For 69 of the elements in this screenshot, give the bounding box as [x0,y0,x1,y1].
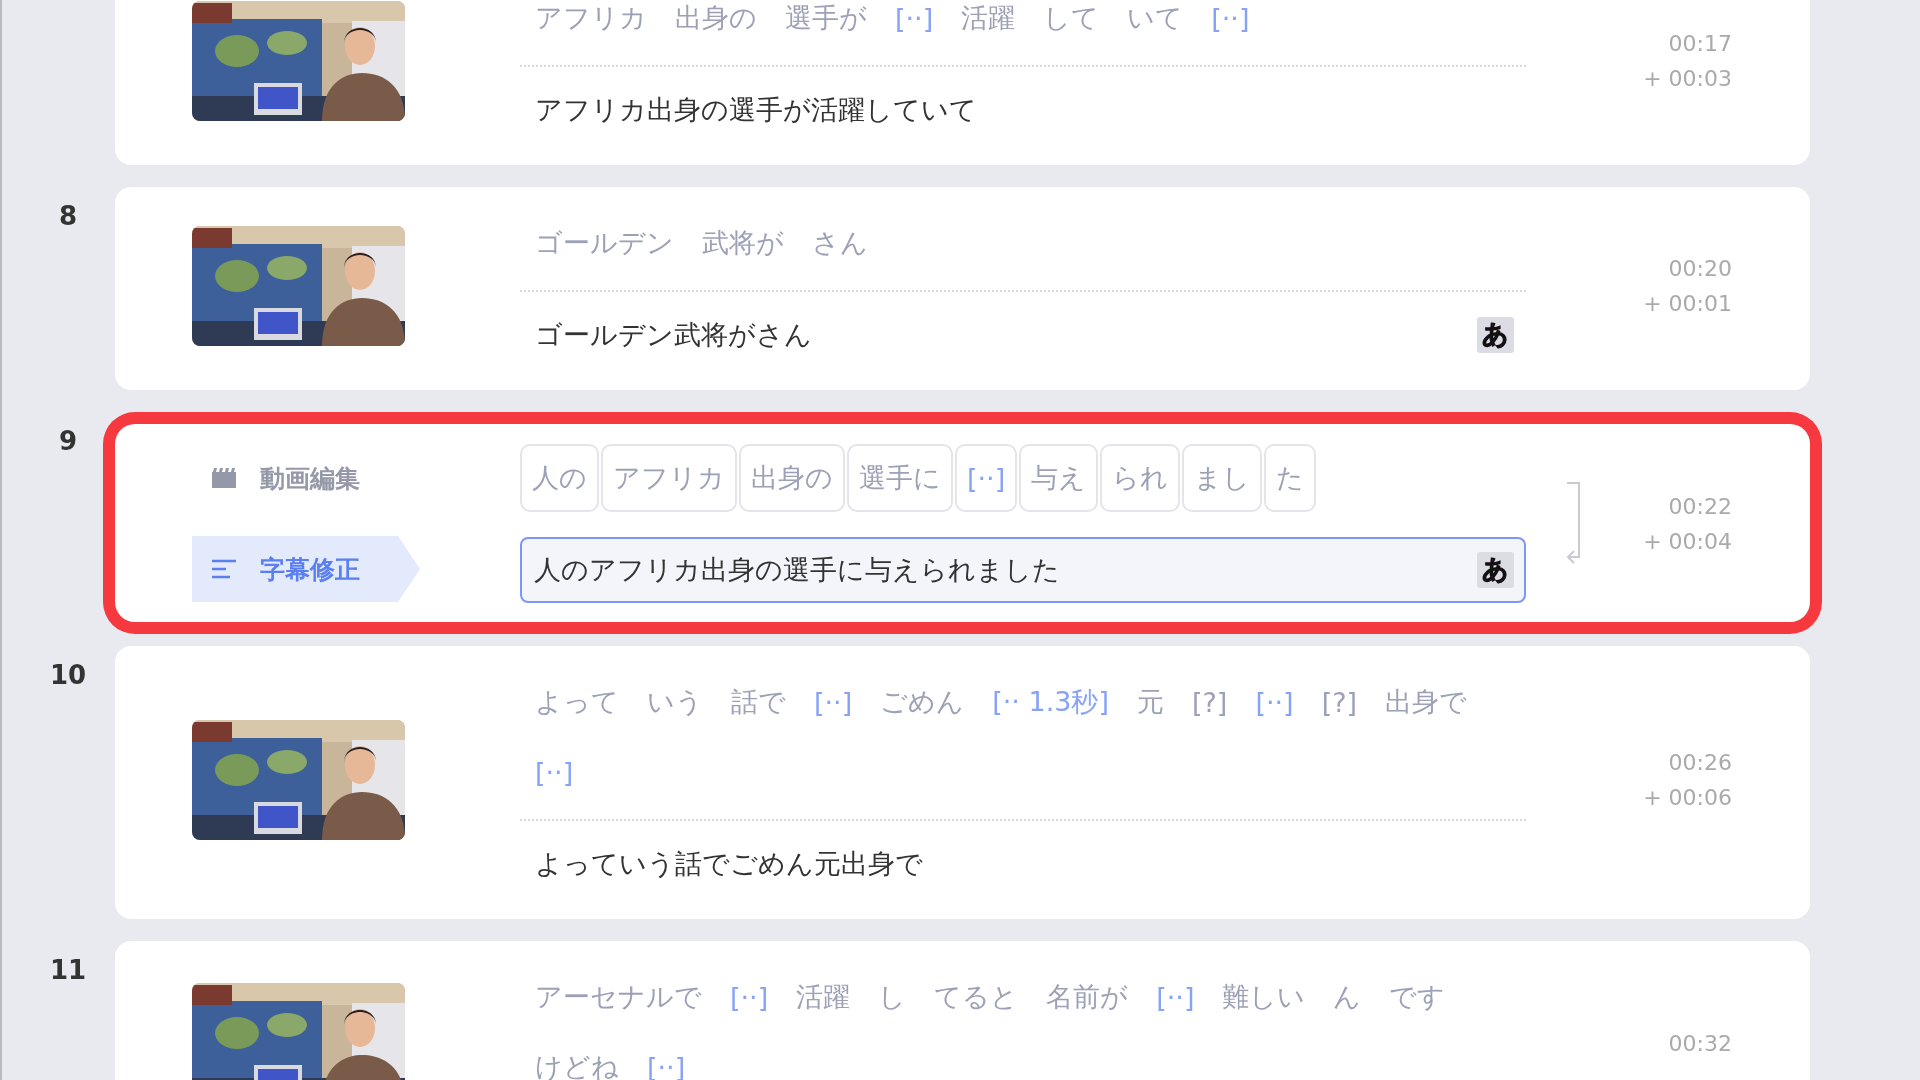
pause-token[interactable]: [··] [1156,981,1195,1013]
word-token[interactable]: まし [1182,444,1263,512]
word-token[interactable]: アーセナルで [535,979,702,1015]
word-token[interactable]: よって [535,684,619,720]
start-time: 00:17 [1668,30,1732,56]
pause-token[interactable]: [··] [1255,686,1294,718]
word-token[interactable]: して [1043,0,1100,36]
word-token[interactable]: 出身の [675,0,757,36]
word-token[interactable]: 元 [1137,684,1164,720]
duration-time: + 00:03 [1643,65,1732,91]
segment-card[interactable]: アフリカ 出身の 選手が [··] 活躍 して いて [··] アフリカ出身の選手が活躍していて 00:17 + 00:03 [115,0,1810,165]
word-token[interactable]: し [878,979,907,1015]
row-number: 8 [58,201,78,231]
word-token[interactable]: 難しい [1222,979,1306,1015]
subtitle-text: ゴールデン武将がさん [535,318,812,352]
clapperboard-icon [212,468,236,488]
word-token[interactable]: てると [934,979,1019,1015]
word-token[interactable]: 活躍 [961,0,1016,36]
kana-button[interactable]: あ [1477,317,1514,353]
pause-token[interactable]: [··] [895,2,934,34]
row-number: 10 [49,660,87,690]
start-time: 00:22 [1668,493,1732,519]
start-time: 00:26 [1668,749,1732,775]
row-number: 11 [49,955,87,985]
word-token[interactable]: ごめん [880,684,965,720]
subtitle-input[interactable]: 人のアフリカ出身の選手に与えられました あ [520,537,1526,603]
unknown-token[interactable]: [?] [1321,686,1358,718]
kana-button[interactable]: あ [1477,552,1514,588]
pause-token[interactable]: [··] [955,444,1018,512]
word-token[interactable]: ゴールデン [535,225,674,261]
subtitle-text: アフリカ出身の選手が活躍していて [535,93,977,127]
mode-tab[interactable]: 字幕修正 [192,536,420,602]
segment-card[interactable]: ゴールデン 武将が さん ゴールデン武将がさん あ 00:20 + 00:01 [115,187,1810,390]
word-token[interactable]: 選手が [785,0,867,36]
word-token[interactable]: 人の [520,444,599,512]
duration-time: + 00:01 [1643,290,1732,316]
pause-token[interactable]: [··] [730,981,769,1013]
pause-token[interactable]: [··] [814,686,853,718]
pause-token[interactable]: [··] [647,1051,686,1080]
subtitle-text: よっていう話でごめん元出身で [535,847,923,881]
word-token[interactable]: アフリカ [601,444,737,512]
word-token[interactable]: いて [1127,0,1184,36]
start-time: 00:32 [1668,1030,1732,1056]
pause-token[interactable]: [·· 1.3秒] [992,684,1109,720]
word-token[interactable]: 与え [1019,444,1099,512]
unknown-token[interactable]: [?] [1192,686,1228,718]
word-token[interactable]: いう [647,684,703,720]
word-token[interactable]: 活躍 [796,979,851,1015]
start-time: 00:20 [1668,255,1732,281]
word-token[interactable]: 武将が [702,225,784,261]
word-token[interactable]: 出身の [739,444,845,512]
segment-card[interactable]: よって いう 話で [··] ごめん [·· 1.3秒] 元 [?] [··] [?] 出身で [··] よっていう話でごめん元出身で 00:26 + 00:06 [115,646,1810,919]
word-token[interactable]: さん [812,225,868,261]
duration-time: + 00:04 [1643,528,1732,554]
word-token[interactable]: た [1264,444,1317,512]
duration-time: + 00:06 [1643,784,1732,810]
word-token[interactable]: アフリカ [535,0,647,36]
row-number: 9 [58,426,78,456]
word-token[interactable]: 選手に [847,444,953,512]
word-token[interactable]: です [1389,979,1446,1015]
word-token[interactable]: られ [1100,444,1181,512]
word-token[interactable]: ん [1333,979,1362,1015]
word-token[interactable]: 名前が [1046,979,1129,1015]
pause-token[interactable]: [··] [535,756,574,788]
word-token[interactable]: 話で [731,684,786,720]
list-icon [212,559,236,579]
word-token[interactable]: 出身で [1385,684,1468,720]
pause-token[interactable]: [··] [1211,2,1250,34]
mode-tab[interactable]: 動画編集 [192,445,420,511]
